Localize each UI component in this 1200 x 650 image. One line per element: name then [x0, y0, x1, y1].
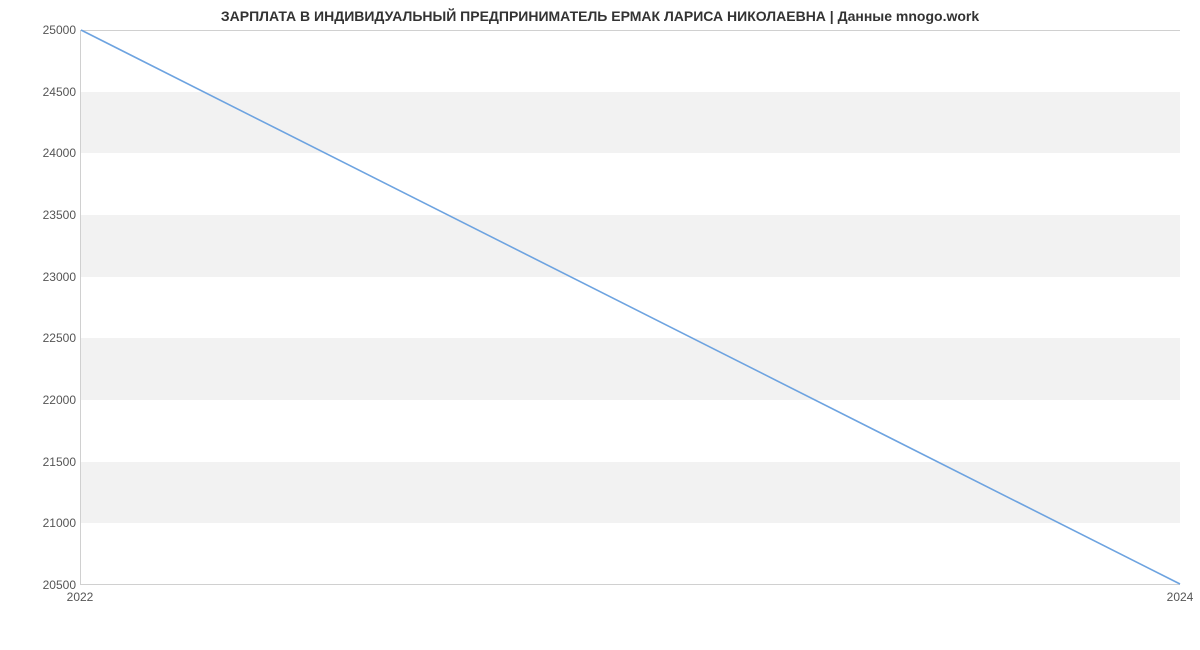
y-tick-label: 21500 [6, 455, 76, 469]
y-tick-label: 23500 [6, 208, 76, 222]
x-tick-label: 2022 [67, 590, 94, 604]
y-tick-label: 22500 [6, 331, 76, 345]
y-tick-label: 25000 [6, 23, 76, 37]
plot-area [80, 30, 1180, 585]
series-line [81, 30, 1180, 584]
y-tick-label: 24000 [6, 146, 76, 160]
y-tick-label: 24500 [6, 85, 76, 99]
y-tick-label: 20500 [6, 578, 76, 592]
chart-container: ЗАРПЛАТА В ИНДИВИДУАЛЬНЫЙ ПРЕДПРИНИМАТЕЛ… [0, 0, 1200, 620]
line-series-layer [81, 30, 1180, 584]
chart-title: ЗАРПЛАТА В ИНДИВИДУАЛЬНЫЙ ПРЕДПРИНИМАТЕЛ… [0, 8, 1200, 24]
y-tick-label: 21000 [6, 516, 76, 530]
x-tick-label: 2024 [1167, 590, 1194, 604]
y-tick-label: 22000 [6, 393, 76, 407]
y-tick-label: 23000 [6, 270, 76, 284]
